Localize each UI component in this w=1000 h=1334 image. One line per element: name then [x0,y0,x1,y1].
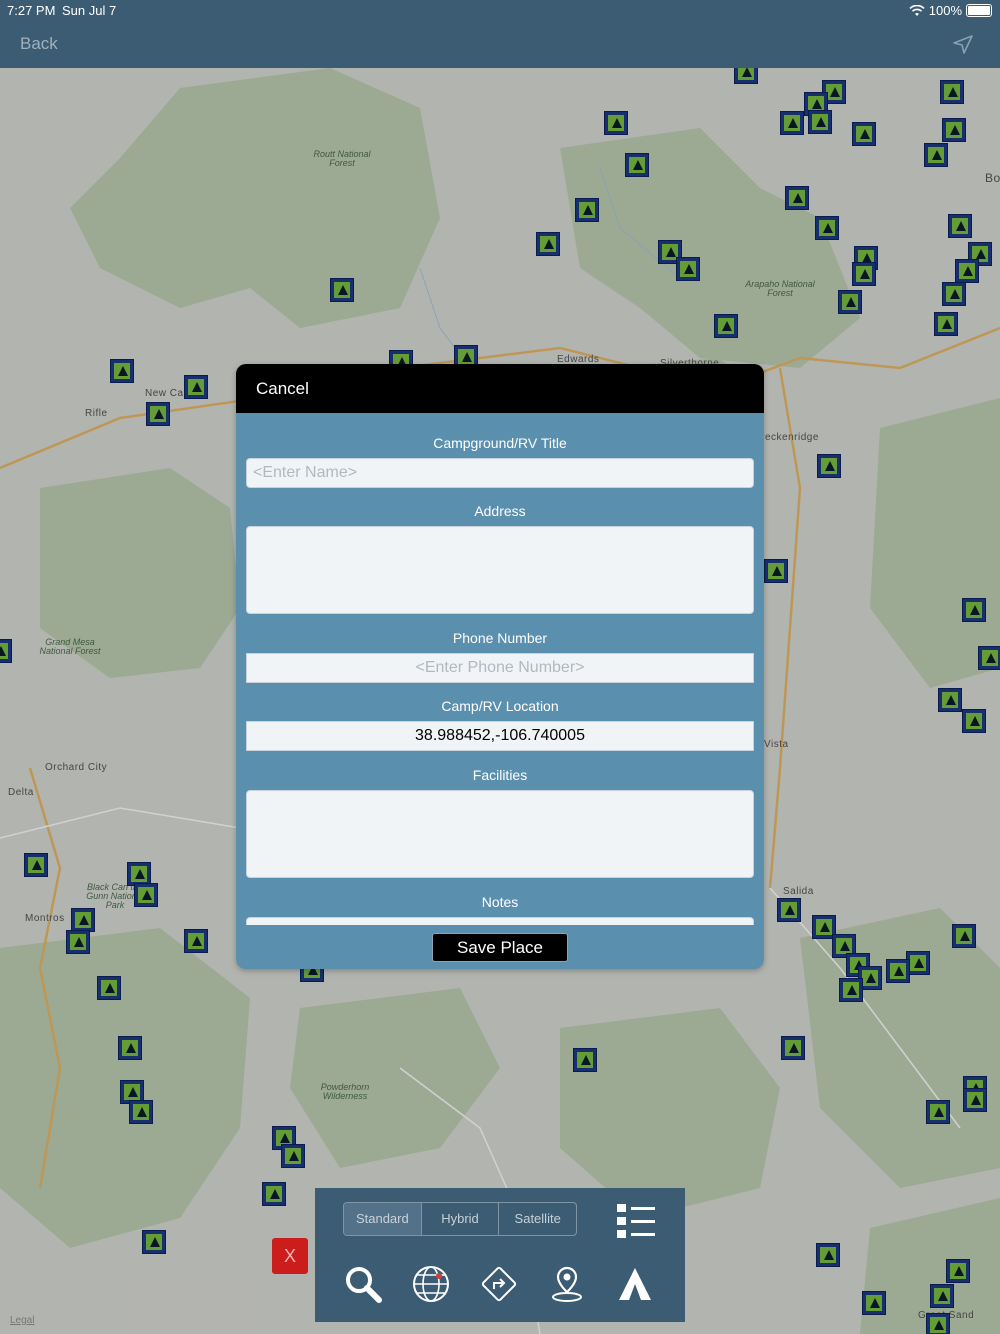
notes-input[interactable] [246,917,754,925]
location-input[interactable]: 38.988452,-106.740005 [246,721,754,751]
phone-input[interactable]: <Enter Phone Number> [246,653,754,683]
title-label: Campground/RV Title [433,435,567,451]
location-arrow-icon[interactable] [952,34,974,56]
search-icon[interactable] [343,1264,383,1304]
facilities-input[interactable] [246,790,754,878]
legal-link[interactable]: Legal [10,1315,34,1326]
map-type-segmented-control: Standard Hybrid Satellite [343,1202,577,1236]
location-pin-icon[interactable] [547,1264,587,1304]
map-type-hybrid[interactable]: Hybrid [420,1203,499,1235]
nav-bar: Back [0,20,1000,68]
address-label: Address [474,503,526,519]
bottom-toolbar: Standard Hybrid Satellite [315,1188,685,1322]
back-button[interactable]: Back [20,34,58,54]
battery-percent: 100% [928,3,962,18]
map-type-satellite[interactable]: Satellite [498,1203,576,1235]
title-placeholder: <Enter Name> [253,464,358,481]
title-input[interactable]: <Enter Name> [246,458,754,488]
wifi-icon [909,4,925,16]
globe-icon[interactable] [411,1264,451,1304]
battery-icon [966,4,992,17]
directions-icon[interactable] [479,1264,519,1304]
status-right: 100% [909,3,992,18]
close-button[interactable]: X [272,1238,308,1274]
facilities-label: Facilities [472,767,528,783]
tent-icon[interactable] [615,1264,655,1304]
status-bar: 7:27 PM Sun Jul 7 100% [0,0,1000,20]
status-date: Sun Jul 7 [62,3,117,18]
add-place-dialog: Cancel Campground/RV Title <Enter Name> … [236,364,764,969]
phone-label: Phone Number [452,630,548,646]
form-scroll-area[interactable]: Campground/RV Title <Enter Name> Address… [236,413,764,925]
phone-placeholder: <Enter Phone Number> [415,659,585,676]
list-icon[interactable] [615,1202,657,1240]
address-input[interactable] [246,526,754,614]
status-time: 7:27 PM [7,3,56,18]
cancel-button[interactable]: Cancel [256,379,309,399]
notes-label: Notes [481,894,519,910]
app-screen: 7:27 PM Sun Jul 7 100% Back Routt Nation… [0,0,1000,1334]
dialog-header: Cancel [236,364,764,413]
location-label: Camp/RV Location [441,698,559,714]
save-place-button[interactable]: Save Place [432,933,568,962]
map-type-standard[interactable]: Standard [344,1203,421,1235]
